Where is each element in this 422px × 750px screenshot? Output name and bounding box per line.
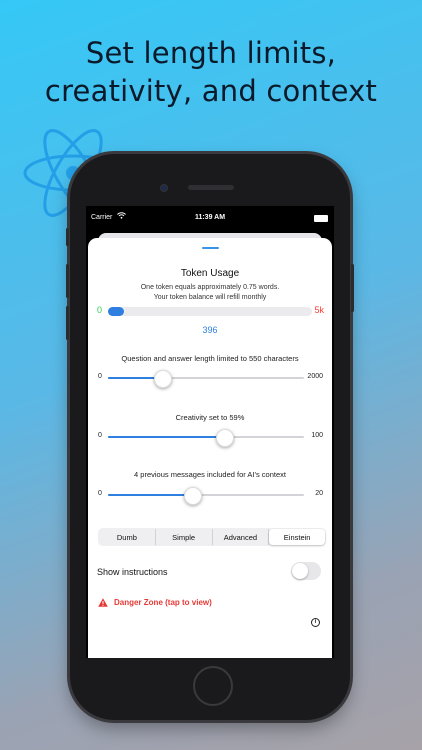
creativity-min-label: 0: [98, 432, 102, 439]
context-slider-thumb[interactable]: [184, 487, 203, 505]
settings-sheet: Token Usage One token equals approximate…: [88, 238, 332, 658]
context-slider-fill: [108, 494, 193, 496]
length-slider-label: Question and answer length limited to 55…: [121, 354, 299, 363]
context-slider-label: 4 previous messages included for AI's co…: [134, 470, 286, 479]
show-instructions-toggle[interactable]: [291, 562, 321, 580]
token-usage-bar: [108, 307, 312, 316]
token-usage-subtitle-1: One token equals approximately 0.75 word…: [140, 284, 280, 291]
usage-max-label: 5k: [314, 305, 324, 315]
danger-zone-button[interactable]: Danger Zone (tap to view): [98, 598, 212, 607]
phone-frame: Carrier 11:39 AM Token Usage One token e…: [66, 154, 354, 720]
length-slider-thumb[interactable]: [153, 370, 172, 388]
usage-min-label: 0: [97, 305, 103, 315]
creativity-slider[interactable]: [108, 429, 304, 447]
model-segmented-control: Dumb Simple Advanced Einstein: [98, 528, 326, 546]
headline-line-1: Set length limits,: [85, 36, 337, 70]
context-max-label: 20: [315, 490, 323, 497]
earpiece-speaker: [188, 185, 234, 190]
creativity-slider-thumb[interactable]: [215, 429, 234, 447]
danger-zone-label: Danger Zone (tap to view): [114, 598, 212, 607]
segment-advanced[interactable]: Advanced: [213, 529, 270, 545]
segment-dumb[interactable]: Dumb: [99, 529, 156, 545]
show-instructions-label: Show instructions: [97, 567, 168, 577]
token-usage-fill: [108, 307, 125, 316]
token-usage-title: Token Usage: [180, 268, 240, 279]
warning-icon: [98, 598, 108, 607]
info-icon[interactable]: i: [311, 618, 320, 627]
toggle-knob: [292, 563, 308, 579]
home-button[interactable]: [193, 666, 233, 706]
creativity-slider-fill: [108, 436, 224, 438]
status-bar: Carrier 11:39 AM: [86, 206, 334, 228]
segment-simple[interactable]: Simple: [156, 529, 213, 545]
token-usage-subtitle-2: Your token balance will refill monthly: [153, 294, 267, 301]
sheet-grabber[interactable]: [202, 247, 219, 249]
headline: Set length limits, creativity, and conte…: [0, 34, 422, 110]
status-time: 11:39 AM: [194, 214, 226, 221]
battery-icon: [314, 215, 328, 222]
creativity-slider-label: Creativity set to 59%: [175, 413, 245, 422]
front-camera: [161, 185, 167, 191]
length-slider[interactable]: [108, 370, 304, 388]
phone-screen: Carrier 11:39 AM Token Usage One token e…: [86, 206, 334, 658]
creativity-max-label: 100: [311, 432, 323, 439]
token-usage-value: 396: [202, 325, 218, 335]
context-min-label: 0: [98, 490, 102, 497]
segment-einstein[interactable]: Einstein: [269, 529, 325, 545]
length-min-label: 0: [98, 373, 102, 380]
context-slider[interactable]: [108, 487, 304, 505]
headline-line-2: creativity, and context: [44, 74, 378, 108]
length-max-label: 2000: [307, 373, 323, 380]
